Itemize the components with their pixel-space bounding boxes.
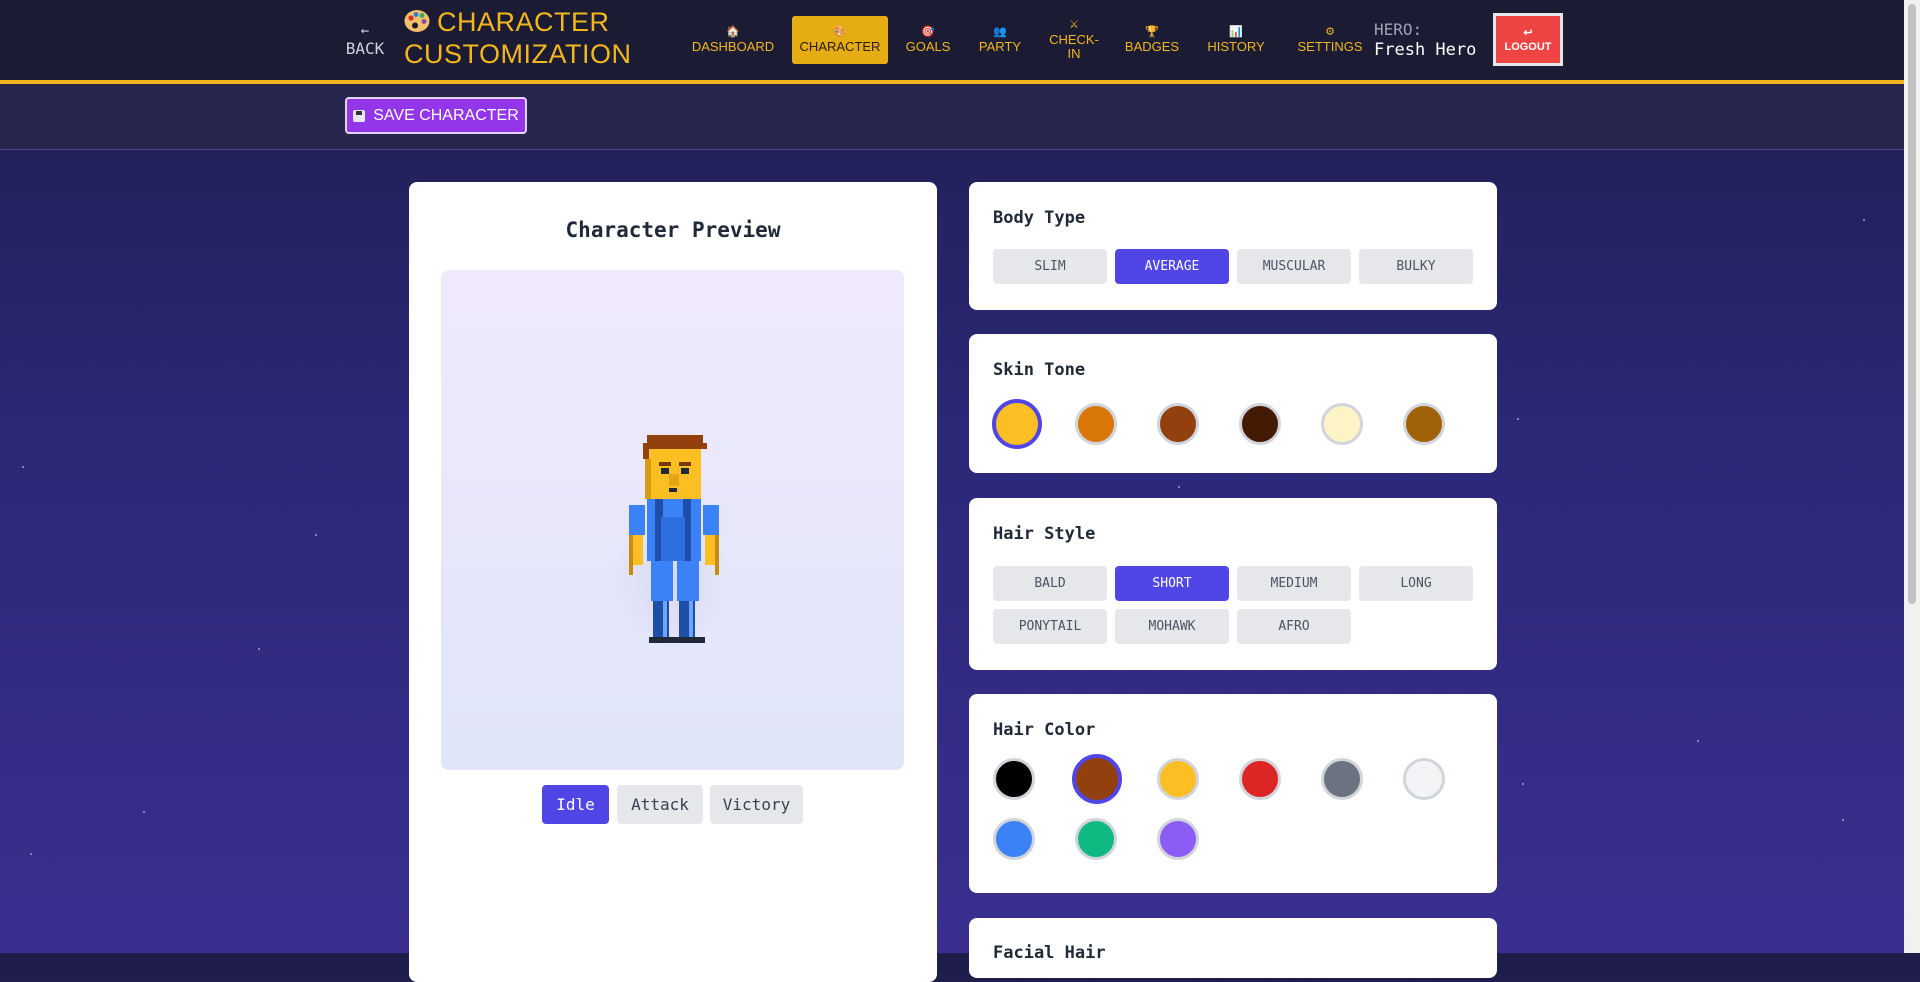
- save-label: SAVE CHARACTER: [373, 106, 519, 124]
- swords-icon: ⚔: [1069, 19, 1079, 31]
- body-type-card: Body Type SLIM AVERAGE MUSCULAR BULKY: [969, 182, 1497, 310]
- character-sprite: [629, 435, 719, 643]
- hair-long-button[interactable]: LONG: [1359, 566, 1473, 601]
- character-preview-card: Character Preview Idle Attack Victory: [409, 182, 937, 982]
- logout-label: LOGOUT: [1504, 40, 1552, 53]
- nav-label: HISTORY: [1207, 39, 1265, 54]
- skin-swatch[interactable]: [1157, 403, 1199, 445]
- hair-color-card: Hair Color: [969, 694, 1497, 893]
- skin-swatch[interactable]: [1321, 403, 1363, 445]
- hero-info: HERO: Fresh Hero: [1374, 20, 1494, 61]
- nav-history[interactable]: 📊 HISTORY: [1200, 16, 1272, 64]
- palette-icon: 🎨: [833, 26, 847, 38]
- title-line1: CHARACTER: [437, 7, 610, 37]
- body-type-title: Body Type: [993, 208, 1086, 228]
- nav-label: CHARACTER: [799, 39, 881, 54]
- skin-swatch[interactable]: [1075, 403, 1117, 445]
- target-icon: 🎯: [921, 26, 935, 38]
- skin-swatch[interactable]: [1239, 403, 1281, 445]
- anim-idle-button[interactable]: Idle: [542, 785, 609, 824]
- skin-swatch[interactable]: [992, 399, 1042, 449]
- nav-character[interactable]: 🎨 CHARACTER: [792, 16, 888, 64]
- palette-icon: [404, 10, 430, 32]
- facial-hair-card: Facial Hair: [969, 918, 1497, 978]
- hero-name: Fresh Hero: [1374, 40, 1477, 60]
- hair-swatch[interactable]: [993, 758, 1035, 800]
- hair-style-card: Hair Style BALD SHORT MEDIUM LONG PONYTA…: [969, 498, 1497, 670]
- nav-label: GOALS: [905, 39, 951, 54]
- background-star: [22, 466, 24, 468]
- scrollbar-thumb[interactable]: [1908, 4, 1916, 604]
- hair-mohawk-button[interactable]: MOHAWK: [1115, 609, 1229, 644]
- nav-label: DASHBOARD: [691, 39, 775, 54]
- background-star: [258, 648, 260, 650]
- body-average-button[interactable]: AVERAGE: [1115, 249, 1229, 284]
- skin-tone-card: Skin Tone: [969, 334, 1497, 473]
- hair-swatch[interactable]: [1321, 758, 1363, 800]
- skin-swatch[interactable]: [1403, 403, 1445, 445]
- preview-stage: [441, 270, 904, 770]
- back-button[interactable]: ← BACK: [342, 22, 388, 58]
- hair-swatch[interactable]: [1157, 758, 1199, 800]
- hair-afro-button[interactable]: AFRO: [1237, 609, 1351, 644]
- page-scrollbar[interactable]: [1904, 0, 1920, 953]
- anim-attack-button[interactable]: Attack: [617, 785, 703, 824]
- back-arrow-icon: ←: [360, 23, 370, 39]
- hair-ponytail-button[interactable]: PONYTAIL: [993, 609, 1107, 644]
- background-star: [1697, 740, 1699, 742]
- nav-label: CHECK-: [1049, 32, 1099, 47]
- back-label: BACK: [345, 39, 385, 58]
- floppy-disk-icon: [353, 109, 366, 122]
- hair-swatch[interactable]: [1157, 818, 1199, 860]
- nav-label: SETTINGS: [1297, 39, 1363, 54]
- trophy-icon: 🏆: [1145, 26, 1159, 38]
- home-icon: 🏠: [726, 26, 740, 38]
- hair-swatch[interactable]: [1075, 818, 1117, 860]
- top-header: ← BACK CHARACTER CUSTOMIZATION 🏠 DASHBOA…: [0, 0, 1904, 84]
- hair-swatch[interactable]: [993, 818, 1035, 860]
- body-bulky-button[interactable]: BULKY: [1359, 249, 1473, 284]
- hair-short-button[interactable]: SHORT: [1115, 566, 1229, 601]
- action-bar: [0, 84, 1904, 150]
- nav-label: IN: [1067, 46, 1081, 61]
- nav-label: BADGES: [1124, 39, 1180, 54]
- background-star: [1522, 783, 1524, 785]
- background-star: [1517, 418, 1519, 420]
- people-icon: 👥: [993, 26, 1007, 38]
- hair-swatch[interactable]: [1239, 758, 1281, 800]
- hair-medium-button[interactable]: MEDIUM: [1237, 566, 1351, 601]
- skin-tone-title: Skin Tone: [993, 360, 1086, 380]
- hair-swatch[interactable]: [1072, 754, 1122, 804]
- hair-color-title: Hair Color: [993, 720, 1096, 740]
- hero-label: HERO:: [1374, 20, 1423, 39]
- nav-badges[interactable]: 🏆 BADGES: [1118, 16, 1186, 64]
- logout-icon: ↩: [1523, 26, 1533, 39]
- page-title: CHARACTER CUSTOMIZATION: [404, 6, 634, 70]
- hair-bald-button[interactable]: BALD: [993, 566, 1107, 601]
- background-star: [1178, 486, 1180, 488]
- nav-settings[interactable]: ⚙ SETTINGS: [1292, 16, 1368, 64]
- facial-hair-title: Facial Hair: [993, 943, 1106, 963]
- background-star: [315, 534, 317, 536]
- nav-goals[interactable]: 🎯 GOALS: [898, 16, 958, 64]
- nav-dashboard[interactable]: 🏠 DASHBOARD: [688, 16, 778, 64]
- preview-title: Character Preview: [565, 218, 781, 242]
- title-line2: CUSTOMIZATION: [404, 39, 632, 69]
- nav-label: PARTY: [978, 39, 1022, 54]
- background-star: [1842, 819, 1844, 821]
- body-muscular-button[interactable]: MUSCULAR: [1237, 249, 1351, 284]
- logout-button[interactable]: ↩ LOGOUT: [1493, 13, 1563, 66]
- body-slim-button[interactable]: SLIM: [993, 249, 1107, 284]
- background-star: [143, 811, 145, 813]
- background-star: [30, 853, 32, 855]
- save-character-button[interactable]: SAVE CHARACTER: [345, 97, 527, 134]
- nav-party[interactable]: 👥 PARTY: [970, 16, 1030, 64]
- anim-victory-button[interactable]: Victory: [710, 785, 803, 824]
- nav-check-in[interactable]: ⚔ CHECK- IN: [1044, 16, 1104, 64]
- gear-icon: ⚙: [1325, 26, 1335, 38]
- hair-swatch[interactable]: [1403, 758, 1445, 800]
- chart-icon: 📊: [1229, 26, 1243, 38]
- hair-style-title: Hair Style: [993, 524, 1096, 544]
- background-star: [1863, 219, 1865, 221]
